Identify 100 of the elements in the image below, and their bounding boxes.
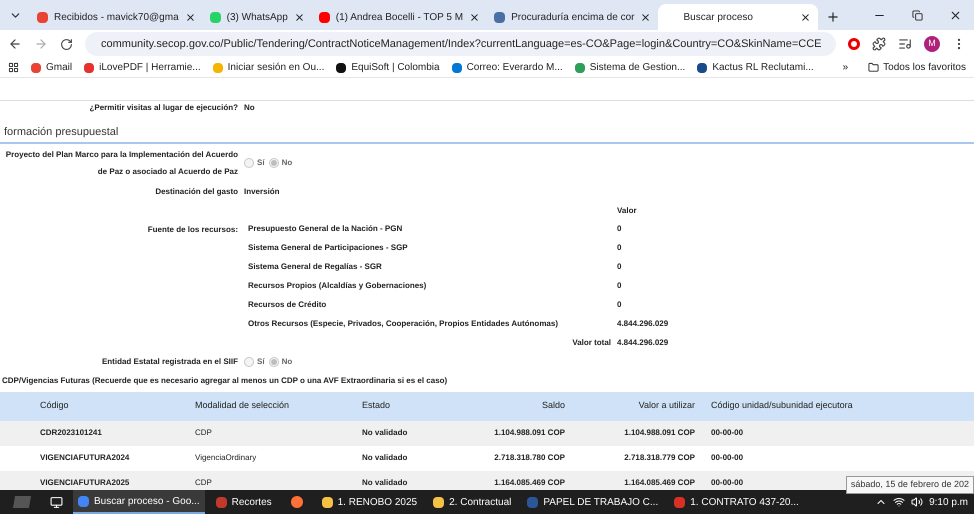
radio-button[interactable] — [268, 158, 279, 168]
reload-icon[interactable] — [60, 38, 73, 50]
app-icon — [322, 496, 333, 508]
bookmark-item[interactable]: Iniciar sesión en Ou... — [212, 60, 324, 75]
media-icon[interactable] — [898, 37, 912, 51]
all-bookmarks[interactable]: Todos los favoritos — [860, 60, 966, 75]
more-bookmarks[interactable]: » — [842, 60, 848, 75]
radio-button[interactable] — [244, 158, 254, 168]
radio-button[interactable] — [268, 357, 279, 367]
favicon-icon — [31, 62, 41, 72]
table-cell: 00-00-00 — [711, 452, 744, 464]
browser-tab[interactable]: Recibidos - mavick70@gma — [30, 4, 203, 30]
app-icon — [216, 496, 227, 508]
restore-icon[interactable] — [912, 10, 923, 20]
favicon-icon — [336, 62, 346, 72]
close-icon[interactable] — [800, 12, 812, 22]
favicon-icon — [494, 12, 506, 22]
task-view-icon[interactable] — [50, 496, 63, 508]
tab-title: (3) WhatsApp — [226, 10, 288, 24]
column-header: Código — [39, 399, 70, 412]
taskbar-item[interactable]: Recortes — [210, 490, 277, 514]
source-value: 0 — [617, 223, 622, 235]
volume-icon[interactable] — [911, 496, 924, 508]
source-name: Presupuesto General de la Nación - PGN — [247, 223, 404, 235]
taskbar-item[interactable]: 1. RENOBO 2025 — [316, 490, 422, 514]
source-name: Recursos de Crédito — [247, 299, 328, 311]
table-cell: VigenciaOrdinary — [195, 452, 256, 464]
column-header: Modalidad de selección — [195, 399, 290, 412]
extensions-icon[interactable] — [872, 37, 886, 51]
table-cell: 00-00-00 — [711, 427, 744, 439]
close-icon[interactable] — [294, 12, 305, 22]
tooltip: sábado, 15 de febrero de 202 — [846, 476, 974, 494]
table-cell: CDR2023101241 — [40, 427, 102, 439]
table-cell: 1.164.085.469 COP — [494, 477, 565, 489]
browser-icon[interactable] — [290, 496, 303, 508]
taskbar-item[interactable]: 2. Contractual — [428, 490, 516, 514]
radio-label: No — [282, 356, 292, 368]
app-icon — [78, 496, 89, 506]
taskbar-item[interactable]: Buscar proceso - Goo... — [73, 490, 205, 514]
browser-tab[interactable]: (1) Andrea Bocelli - TOP 5 M — [312, 4, 488, 30]
radio-button[interactable] — [244, 357, 254, 367]
source-value: 0 — [617, 261, 622, 273]
column-header: Estado — [362, 399, 392, 412]
clock[interactable]: 9:10 p.m — [929, 494, 970, 510]
field-value: Inversión — [244, 186, 280, 198]
column-header: Valor a utilizar — [638, 399, 695, 412]
url-text: community.secop.gov.co/Public/Tendering/ContractNoticeManagement/Index?currentLanguage=es-CO&Page=login&Country=CO&SkinName=CCE — [101, 36, 822, 52]
apps-icon[interactable] — [8, 62, 19, 73]
cdp-note: CDP/Vigencias Futuras (Recuerde que es necesario agregar al menos un CDP o una AVF Extraordinaria si es el caso) — [1, 375, 448, 387]
favicon-icon — [697, 62, 708, 72]
profile-avatar[interactable]: M — [924, 36, 940, 52]
app-icon — [674, 496, 686, 508]
browser-tab[interactable]: Buscar proceso — [658, 4, 818, 30]
tab-title: Procuraduría encima de cor — [511, 10, 634, 24]
bookmark-item[interactable]: Kactus RL Reclutami... — [697, 60, 814, 75]
close-icon[interactable] — [469, 12, 480, 22]
table-cell: No validado — [362, 427, 408, 439]
field-label: Proyecto del Plan Marco para la Implementación del Acuerdo de Paz o asociado al Acuerdo de Paz — [4, 148, 239, 178]
field-label: Fuente de los recursos: — [146, 224, 239, 236]
bookmark-item[interactable]: Sistema de Gestion... — [574, 60, 686, 75]
tab-title: Buscar proceso — [682, 10, 754, 24]
table-cell: 1.164.085.469 COP — [624, 477, 695, 489]
field-label: ¿Permitir visitas al lugar de ejecución? — [88, 102, 239, 114]
new-tab-icon[interactable] — [826, 10, 840, 24]
table-cell: VIGENCIAFUTURA2025 — [40, 477, 130, 489]
radio-label: Sí — [257, 356, 265, 368]
table-cell: CDP — [195, 477, 212, 489]
favicon-icon — [210, 12, 221, 22]
folder-icon — [868, 62, 880, 73]
bookmark-item[interactable]: iLovePDF | Herramie... — [84, 60, 201, 75]
back-icon[interactable] — [8, 37, 22, 51]
source-name: Recursos Propios (Alcaldías y Gobernaciones) — [247, 280, 428, 292]
source-value: 0 — [617, 242, 622, 254]
source-value: 0 — [617, 299, 622, 311]
tab-title: Recibidos - mavick70@gma — [54, 10, 179, 24]
browser-tab[interactable]: Procuraduría encima de cor — [487, 4, 658, 30]
field-label: Entidad Estatal registrada en el SIIF — [100, 356, 239, 368]
close-icon[interactable] — [949, 8, 962, 22]
app-icon — [527, 496, 538, 508]
table-cell: 1.104.988.091 COP — [624, 427, 695, 439]
ring-icon[interactable] — [848, 38, 860, 50]
table-cell: 00-00-00 — [711, 477, 744, 489]
browser-tab[interactable]: (3) WhatsApp — [202, 4, 312, 30]
bookmark-item[interactable]: Correo: Everardo M... — [452, 60, 563, 75]
bookmark-item[interactable]: Gmail — [31, 60, 72, 75]
favicon-icon — [84, 62, 94, 72]
section-title: formación presupuestal — [0, 124, 974, 144]
column-header: Saldo — [540, 399, 565, 412]
source-name: Otros Recursos (Especie, Privados, Cooperación, Propios Entidades Autónomas) — [247, 318, 559, 330]
total-value: 4.844.296.029 — [617, 337, 668, 349]
source-value: 4.844.296.029 — [617, 318, 668, 330]
bookmark-item[interactable]: EquiSoft | Colombia — [336, 60, 440, 75]
radio-label: Sí — [257, 156, 265, 168]
close-icon[interactable] — [640, 12, 652, 22]
taskbar-item[interactable]: PAPEL DE TRABAJO C... — [522, 490, 664, 514]
taskbar-item[interactable]: 1. CONTRATO 437-20... — [669, 490, 804, 514]
source-name: Sistema General de Regalías - SGR — [247, 261, 383, 273]
address-bar[interactable]: community.secop.gov.co/Public/Tendering/ContractNoticeManagement/Index?currentLanguage=es-CO&Page=login&Country=CO&SkinName=CCE — [85, 32, 836, 56]
close-icon[interactable] — [184, 12, 196, 22]
favicon-icon — [574, 62, 585, 72]
